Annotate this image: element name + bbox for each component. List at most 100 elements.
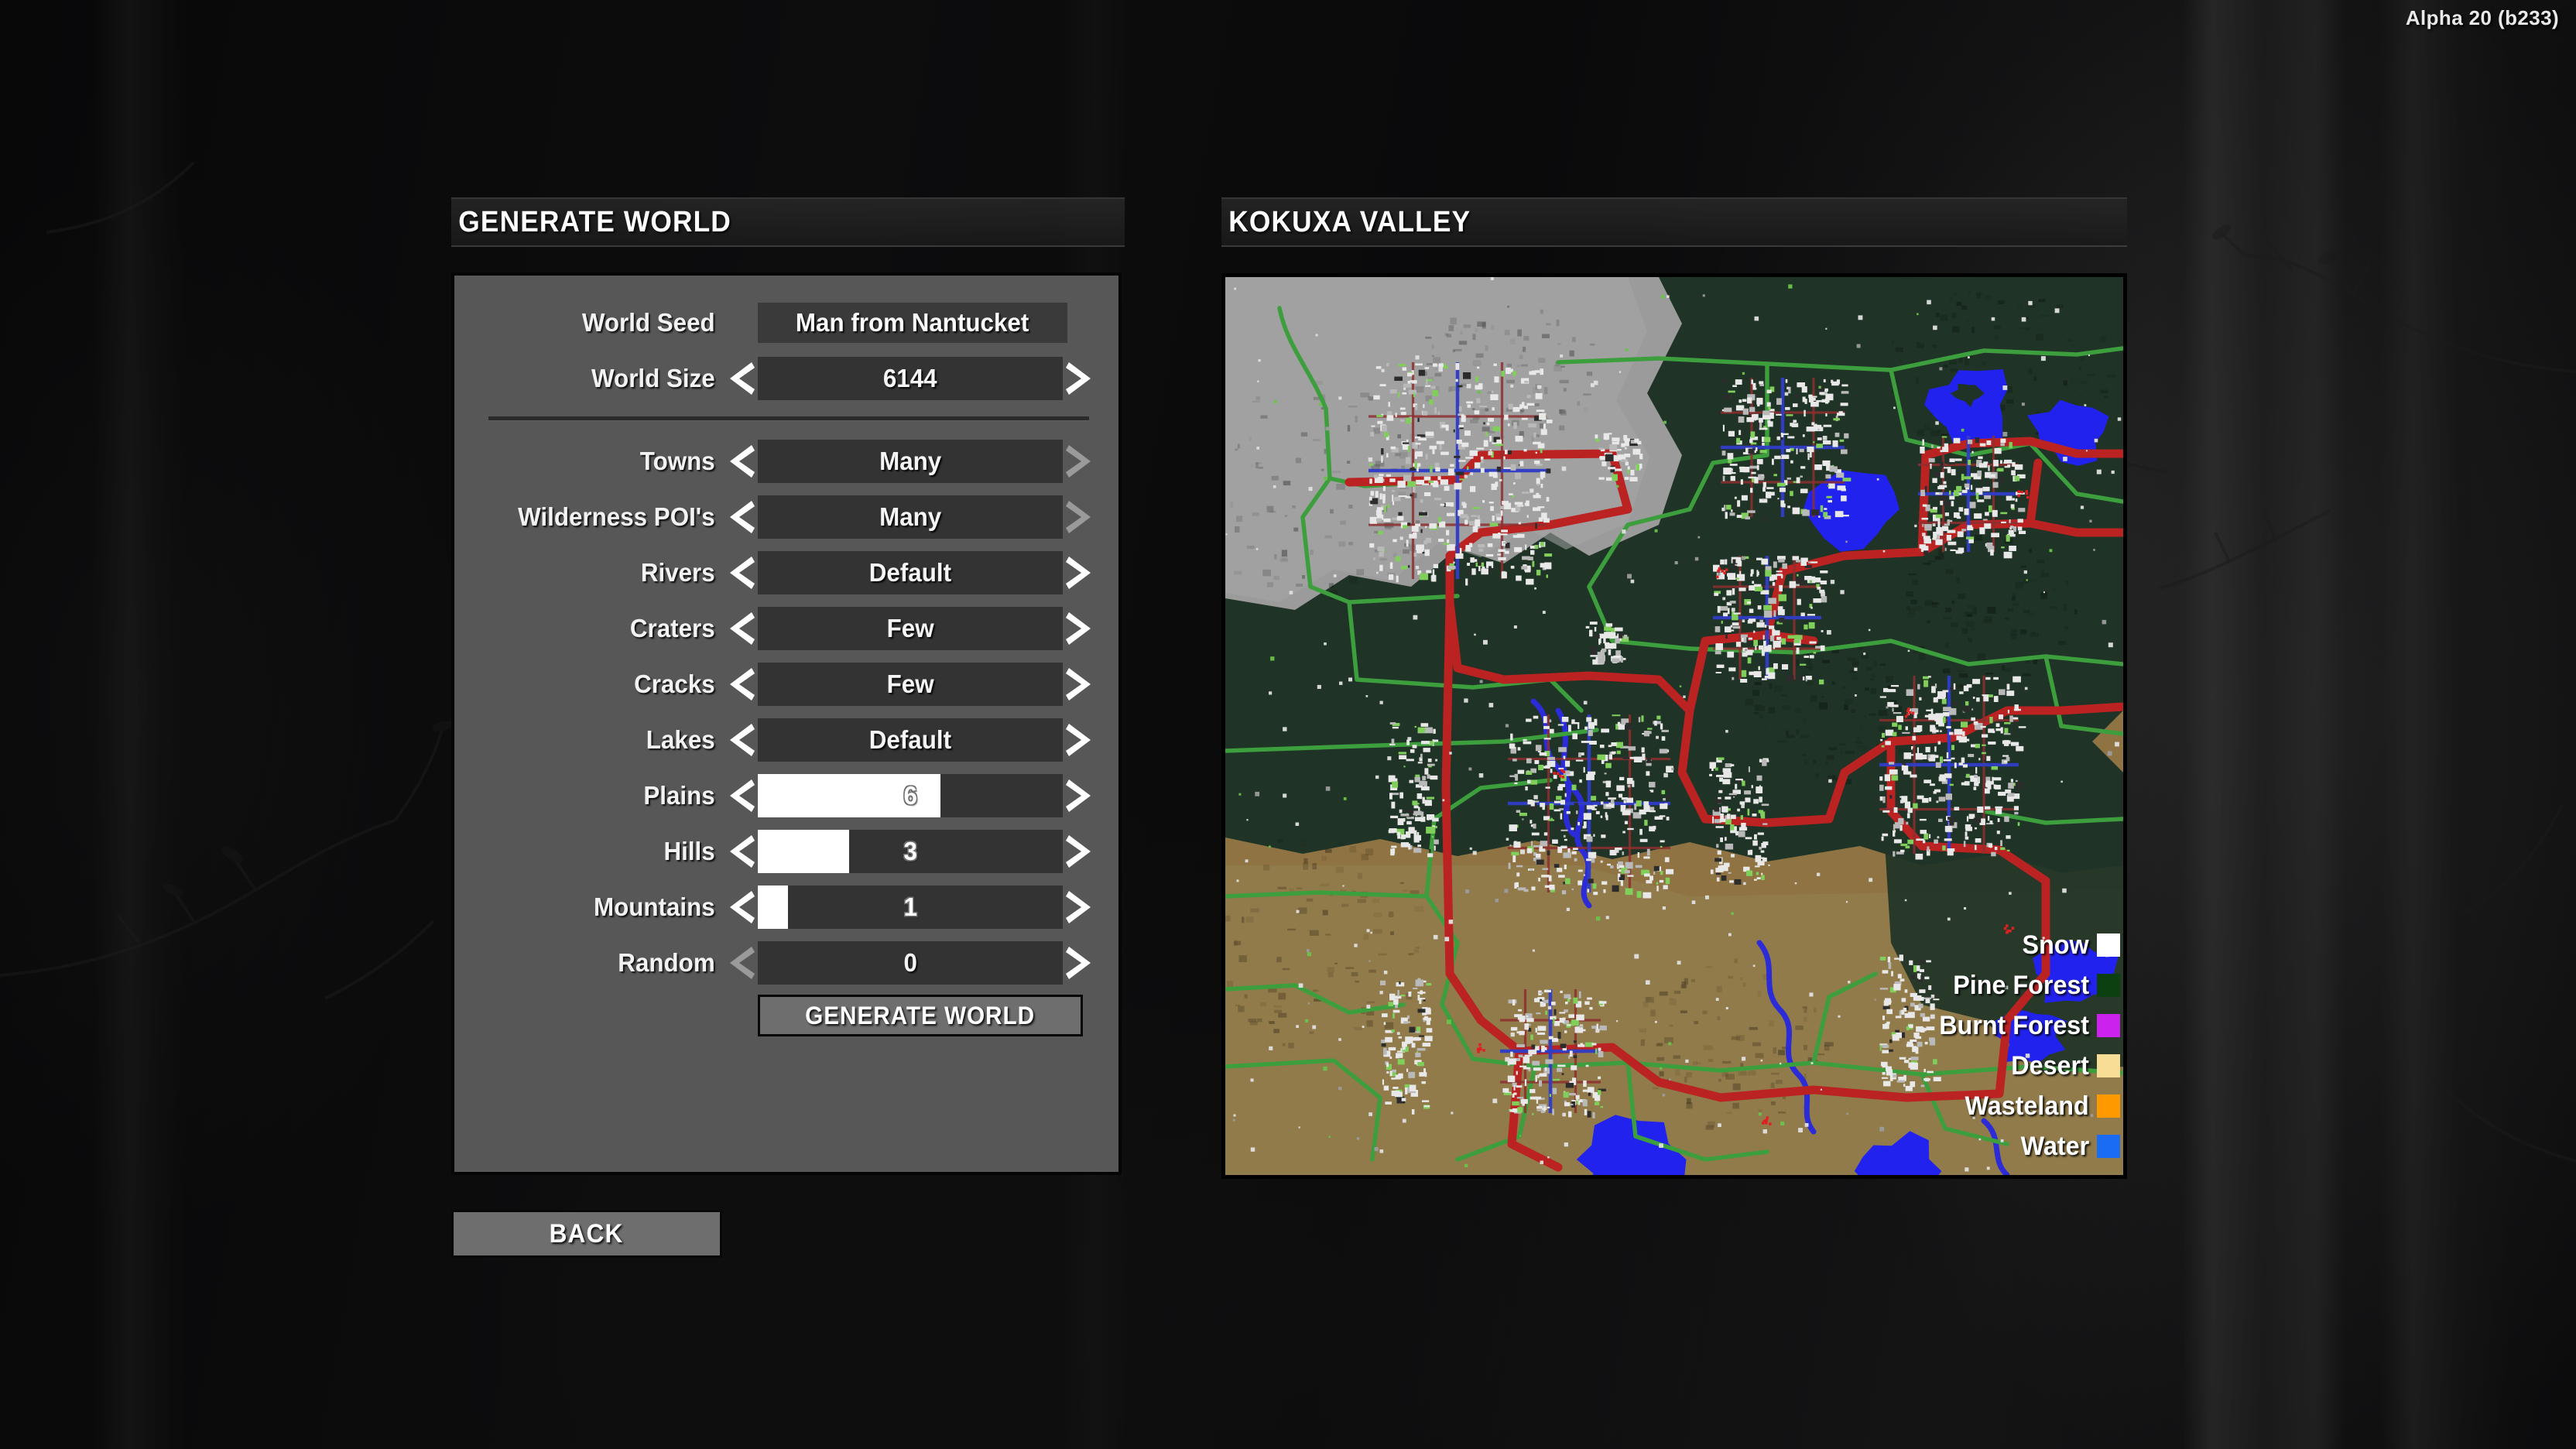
mountains-slider[interactable]: 1 — [758, 886, 1063, 929]
random-value: 0 — [903, 948, 917, 977]
setting-row-world-seed: World Seed Man from Nantucket — [478, 296, 1095, 350]
world-seed-value: Man from Nantucket — [796, 308, 1029, 337]
plains-label: Plains — [643, 781, 715, 810]
generate-world-button-label: GENERATE WORLD — [805, 1001, 1036, 1029]
chevron-left-icon[interactable] — [725, 889, 758, 925]
tree-trunk — [93, 0, 186, 1449]
chevron-left-icon[interactable] — [725, 611, 758, 646]
wilderness-poi-s-label: Wilderness POI's — [518, 502, 715, 531]
version-label: Alpha 20 (b233) — [2405, 6, 2559, 29]
craters-value-box[interactable]: Few — [758, 607, 1063, 650]
legend-label: Snow — [2022, 930, 2089, 960]
generate-world-button[interactable]: GENERATE WORLD — [758, 995, 1083, 1036]
legend-label: Water — [2020, 1131, 2089, 1161]
chevron-right-icon[interactable] — [1063, 361, 1095, 396]
towns-value-box[interactable]: Many — [758, 440, 1063, 483]
rivers-label: Rivers — [640, 558, 715, 587]
mountains-label: Mountains — [593, 892, 715, 921]
legend-item-snow: Snow — [2019, 926, 2120, 964]
chevron-right-icon[interactable] — [1063, 611, 1095, 646]
world-map-preview[interactable]: Snow Pine Forest Burnt Forest Desert Wastela… — [1221, 273, 2127, 1179]
plains-value: 6 — [903, 781, 917, 810]
craters-value: Few — [886, 614, 934, 642]
chevron-right-icon[interactable] — [1063, 778, 1095, 814]
legend-color-swatch — [2097, 933, 2120, 957]
legend-color-swatch — [2097, 974, 2120, 997]
world-option-rows: Towns Many Wilderness POI's Many Rivers Defau… — [478, 434, 1095, 990]
chevron-right-icon — [1063, 444, 1095, 479]
setting-row-world-size: World Size 6144 — [478, 351, 1095, 406]
plains-slider[interactable]: 6 — [758, 774, 1063, 817]
setting-row-rivers: Rivers Default — [478, 546, 1095, 600]
legend-item-desert: Desert — [2007, 1046, 2120, 1085]
legend-color-swatch — [2097, 1094, 2120, 1118]
chevron-left-icon[interactable] — [725, 722, 758, 758]
setting-row-plains: Plains 6 — [478, 769, 1095, 823]
legend-item-pine-forest: Pine Forest — [1946, 966, 2120, 1005]
random-slider[interactable]: 0 — [758, 941, 1063, 985]
legend-label: Desert — [2011, 1050, 2089, 1081]
legend-color-swatch — [2097, 1014, 2120, 1037]
hills-value: 3 — [903, 837, 917, 865]
setting-row-cracks: Cracks Few — [478, 657, 1095, 711]
rivers-value-box[interactable]: Default — [758, 551, 1063, 594]
world-size-value: 6144 — [883, 364, 937, 392]
legend-item-water: Water — [2017, 1127, 2120, 1166]
legend-item-burnt-forest: Burnt Forest — [1931, 1006, 2120, 1045]
random-label: Random — [618, 948, 715, 977]
tree-trunk — [2380, 0, 2512, 1449]
chevron-right-icon[interactable] — [1063, 666, 1095, 702]
lakes-value-box[interactable]: Default — [758, 718, 1063, 762]
towns-value: Many — [879, 447, 942, 475]
wilderness-poi-s-value: Many — [879, 502, 942, 531]
chevron-left-icon — [725, 945, 758, 981]
hills-label: Hills — [663, 837, 715, 865]
generate-world-header-text: GENERATE WORLD — [458, 205, 731, 238]
legend-label: Burnt Forest — [1939, 1010, 2089, 1040]
chevron-right-icon[interactable] — [1063, 555, 1095, 591]
back-button-label: BACK — [550, 1218, 624, 1249]
legend-color-swatch — [2097, 1135, 2120, 1158]
setting-row-random: Random 0 — [478, 936, 1095, 990]
chevron-right-icon[interactable] — [1063, 834, 1095, 869]
lakes-label: Lakes — [646, 725, 715, 754]
back-button[interactable]: BACK — [451, 1210, 722, 1258]
cracks-label: Cracks — [634, 670, 715, 698]
chevron-left-icon[interactable] — [725, 499, 758, 535]
mountains-value: 1 — [903, 892, 917, 921]
chevron-right-icon[interactable] — [1063, 889, 1095, 925]
legend-label: Pine Forest — [1953, 970, 2089, 1000]
setting-row-wilderness-poi-s: Wilderness POI's Many — [478, 490, 1095, 544]
setting-row-lakes: Lakes Default — [478, 713, 1095, 767]
chevron-left-icon[interactable] — [725, 444, 758, 479]
chevron-left-icon[interactable] — [725, 834, 758, 869]
generate-world-header: GENERATE WORLD — [451, 197, 1125, 247]
setting-row-hills: Hills 3 — [478, 824, 1095, 879]
world-size-label: World Size — [591, 364, 715, 392]
legend-label: Wasteland — [1965, 1091, 2089, 1121]
lakes-value: Default — [868, 725, 952, 754]
setting-row-mountains: Mountains 1 — [478, 880, 1095, 934]
world-seed-input[interactable]: Man from Nantucket — [758, 303, 1067, 343]
world-size-value-box[interactable]: 6144 — [758, 357, 1063, 400]
chevron-right-icon[interactable] — [1063, 945, 1095, 981]
cracks-value: Few — [886, 670, 934, 698]
chevron-left-icon[interactable] — [725, 361, 758, 396]
chevron-left-icon[interactable] — [725, 666, 758, 702]
mountains-slider-fill — [758, 886, 789, 929]
rivers-value: Default — [868, 558, 952, 587]
legend-color-swatch — [2097, 1054, 2120, 1077]
cracks-value-box[interactable]: Few — [758, 663, 1063, 706]
map-biome-legend: Snow Pine Forest Burnt Forest Desert Wastela… — [1931, 926, 2120, 1166]
wilderness-poi-s-value-box[interactable]: Many — [758, 495, 1063, 539]
hills-slider-fill — [758, 830, 850, 873]
hills-slider[interactable]: 3 — [758, 830, 1063, 873]
chevron-right-icon — [1063, 499, 1095, 535]
chevron-left-icon[interactable] — [725, 778, 758, 814]
world-settings-panel: World Seed Man from Nantucket World Size… — [451, 272, 1122, 1175]
setting-row-towns: Towns Many — [478, 434, 1095, 488]
chevron-left-icon[interactable] — [725, 555, 758, 591]
chevron-right-icon[interactable] — [1063, 722, 1095, 758]
craters-label: Craters — [629, 614, 715, 642]
world-name-header-text: KOKUXA VALLEY — [1228, 205, 1471, 238]
